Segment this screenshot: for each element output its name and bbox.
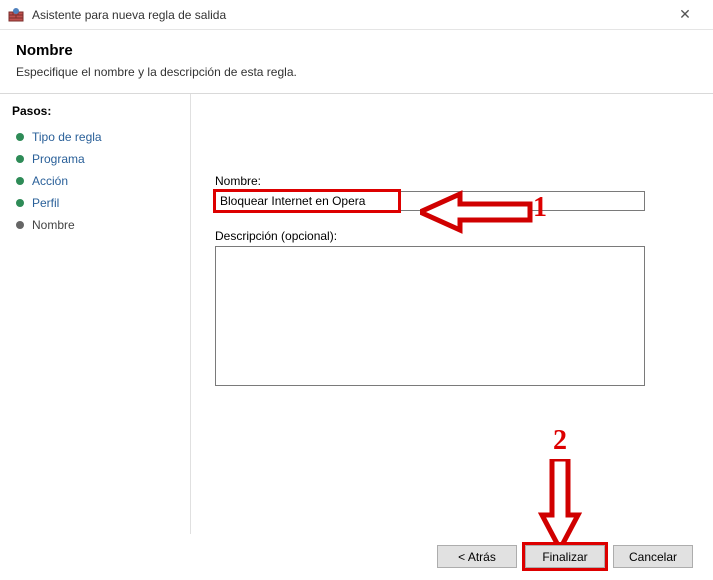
- back-button[interactable]: < Atrás: [437, 545, 517, 568]
- finish-button[interactable]: Finalizar: [525, 545, 605, 568]
- step-programa[interactable]: Programa: [12, 148, 178, 170]
- close-button[interactable]: ✕: [665, 6, 705, 23]
- window-title: Asistente para nueva regla de salida: [32, 8, 665, 22]
- rule-description-input[interactable]: [215, 246, 645, 386]
- description-label: Descripción (opcional):: [215, 229, 689, 243]
- step-accion[interactable]: Acción: [12, 170, 178, 192]
- wizard-content: Nombre: Descripción (opcional):: [190, 94, 713, 534]
- step-bullet-icon: [16, 177, 24, 185]
- name-label: Nombre:: [215, 174, 689, 188]
- wizard-header: Nombre Especifique el nombre y la descri…: [0, 30, 713, 89]
- step-bullet-icon: [16, 221, 24, 229]
- step-label: Programa: [32, 152, 85, 166]
- step-bullet-icon: [16, 155, 24, 163]
- step-label: Nombre: [32, 218, 75, 232]
- step-perfil[interactable]: Perfil: [12, 192, 178, 214]
- step-bullet-icon: [16, 199, 24, 207]
- step-label: Tipo de regla: [32, 130, 102, 144]
- steps-sidebar: Pasos: Tipo de regla Programa Acción Per…: [0, 94, 190, 534]
- step-tipo-de-regla[interactable]: Tipo de regla: [12, 126, 178, 148]
- page-title: Nombre: [16, 42, 697, 59]
- step-label: Perfil: [32, 196, 59, 210]
- wizard-footer: < Atrás Finalizar Cancelar: [437, 545, 693, 568]
- step-label: Acción: [32, 174, 68, 188]
- steps-heading: Pasos:: [12, 104, 178, 118]
- page-subtitle: Especifique el nombre y la descripción d…: [16, 65, 697, 79]
- cancel-button[interactable]: Cancelar: [613, 545, 693, 568]
- window-titlebar: Asistente para nueva regla de salida ✕: [0, 0, 713, 30]
- firewall-icon: [8, 7, 24, 23]
- rule-name-input[interactable]: [215, 191, 645, 211]
- step-nombre[interactable]: Nombre: [12, 214, 178, 236]
- step-bullet-icon: [16, 133, 24, 141]
